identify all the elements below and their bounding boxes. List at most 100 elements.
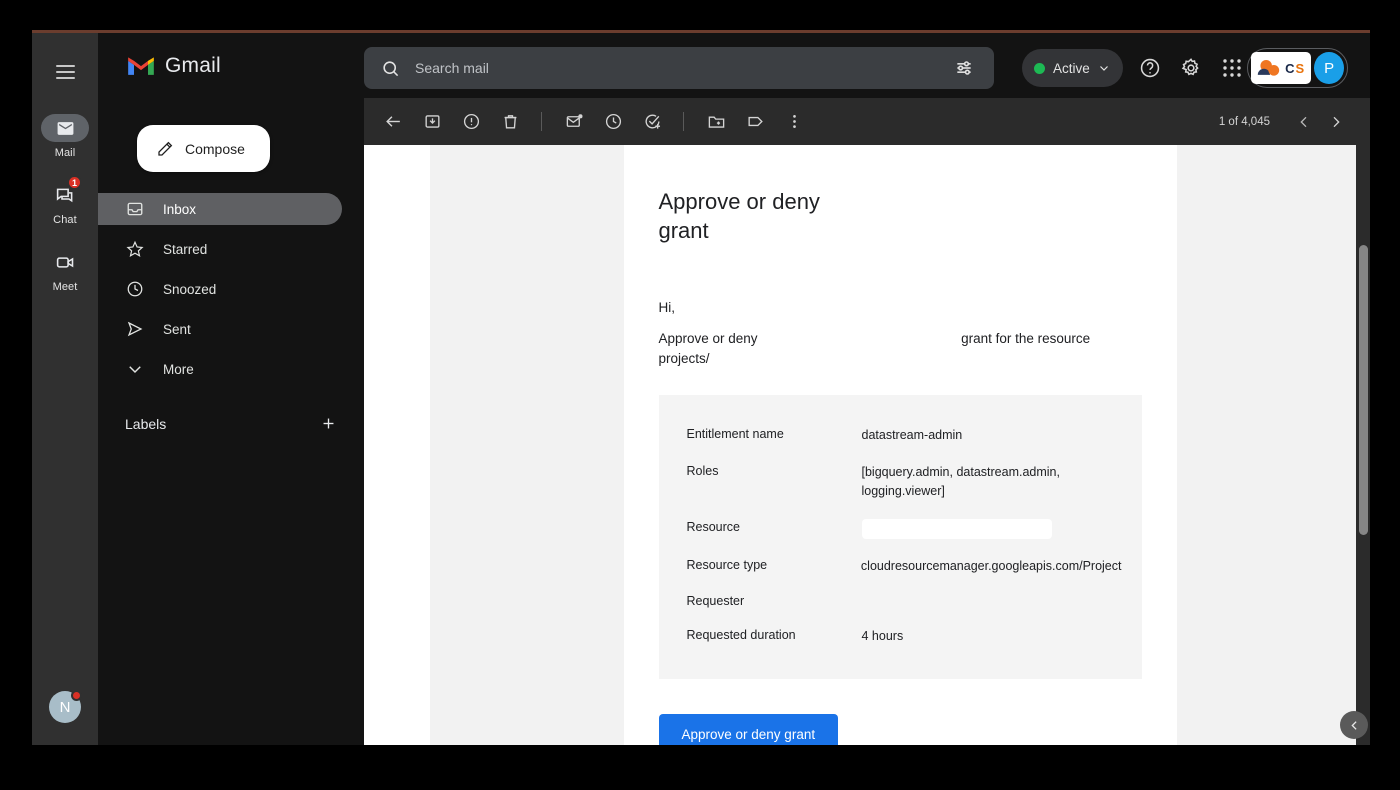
table-cell-key: Requested duration: [686, 628, 796, 643]
scrollbar[interactable]: [1340, 145, 1370, 745]
mark-unread-icon[interactable]: [558, 105, 591, 138]
email-greeting: Hi,: [658, 300, 676, 316]
brand-badge[interactable]: CS: [1251, 52, 1312, 84]
labels-section-header: Labels: [125, 415, 337, 432]
scrollbar-thumb[interactable]: [1359, 245, 1368, 535]
account-cluster: CS P: [1247, 48, 1348, 88]
table-cell-value: 4 hours: [861, 629, 904, 644]
table-row: Roles [bigquery.admin, datastream.admin,…: [659, 454, 1142, 510]
sidebar: Compose Inbox Starred Snoozed Sent More …: [98, 98, 364, 745]
chevron-right-icon[interactable]: [1322, 108, 1350, 136]
labels-title: Labels: [125, 415, 167, 432]
collapse-panel-button[interactable]: [1340, 711, 1368, 739]
toolbar-divider: [541, 112, 542, 131]
gear-icon[interactable]: [1178, 55, 1204, 81]
chevron-left-icon: [1350, 720, 1357, 730]
email-intro-text: Approve or deny grant for the resource p…: [659, 329, 1129, 368]
sidebar-item-more[interactable]: More: [98, 353, 342, 385]
sidebar-item-inbox[interactable]: Inbox: [98, 193, 342, 225]
apps-grid-icon[interactable]: [1219, 55, 1245, 81]
report-spam-icon[interactable]: [455, 105, 488, 138]
app-rail: Mail 1 Chat Meet N: [32, 33, 98, 745]
table-row: Requested duration 4 hours: [659, 618, 1142, 655]
menu-icon[interactable]: [45, 52, 85, 92]
pencil-icon: [158, 141, 173, 156]
table-row: Resource type cloudresourcemanager.googl…: [659, 548, 1142, 585]
pagination: 1 of 4,045: [1219, 98, 1350, 145]
meet-icon: [41, 248, 89, 276]
status-label: Active: [1053, 60, 1090, 76]
search-bar[interactable]: [364, 47, 994, 89]
rail-item-meet[interactable]: Meet: [37, 248, 93, 293]
status-dot-icon: [1034, 62, 1045, 74]
chevron-down-icon: [125, 360, 145, 378]
table-cell-key: Entitlement name: [686, 427, 784, 442]
gmail-app-window: Mail 1 Chat Meet N Gmail Search mail Act…: [32, 30, 1370, 745]
inbox-icon: [125, 200, 145, 218]
delete-icon[interactable]: [494, 105, 527, 138]
message-scroll-area: Approve or deny grant Hi, Approve or den…: [364, 145, 1370, 745]
chevron-left-icon[interactable]: [1290, 108, 1318, 136]
approve-or-deny-grant-button[interactable]: Approve or deny grant: [658, 714, 839, 745]
search-icon: [381, 59, 400, 78]
archive-icon[interactable]: [416, 105, 449, 138]
gmail-logo-icon: [128, 57, 154, 75]
sidebar-item-snoozed[interactable]: Snoozed: [98, 273, 342, 305]
redacted-value-block: [861, 518, 1052, 539]
more-options-icon[interactable]: [778, 105, 811, 138]
cloud-bubble-logo-icon: [1257, 59, 1280, 76]
plus-icon[interactable]: [320, 415, 337, 432]
table-cell-key: Requester: [686, 594, 745, 609]
toolbar-divider: [683, 112, 684, 131]
avatar-notification-dot: [71, 690, 82, 701]
rail-item-label: Meet: [52, 281, 78, 293]
sidebar-item-label: Snoozed: [163, 281, 217, 297]
sidebar-item-sent[interactable]: Sent: [98, 313, 342, 345]
sidebar-item-label: Sent: [163, 321, 191, 337]
table-cell-key: Resource type: [686, 557, 768, 572]
table-row: Requester: [659, 584, 1142, 618]
gmail-wordmark: Gmail: [165, 53, 221, 77]
search-input[interactable]: [415, 60, 954, 76]
table-row: Entitlement name datastream-admin: [659, 417, 1142, 454]
rail-item-mail[interactable]: Mail: [37, 114, 93, 159]
search-options-icon[interactable]: [954, 58, 974, 78]
table-row: Resource: [659, 510, 1142, 548]
mail-icon: [41, 114, 89, 142]
help-icon[interactable]: [1137, 55, 1163, 81]
table-cell-value: [bigquery.admin, datastream.admin, loggi…: [861, 465, 1060, 498]
table-cell-key: Roles: [686, 464, 719, 479]
compose-button[interactable]: Compose: [137, 125, 270, 172]
redacted-value-block: [861, 593, 1142, 610]
redacted-text-block: [713, 351, 844, 367]
compose-label: Compose: [185, 140, 245, 157]
avatar[interactable]: N: [49, 690, 82, 723]
sidebar-item-starred[interactable]: Starred: [98, 233, 342, 265]
status-badge[interactable]: Active: [1022, 49, 1123, 87]
brand-badge-text: CS: [1285, 60, 1306, 76]
rail-item-chat[interactable]: 1 Chat: [37, 175, 93, 226]
snooze-icon[interactable]: [597, 105, 630, 138]
grant-details-table: Entitlement name datastream-admin Roles …: [658, 395, 1142, 680]
user-avatar[interactable]: P: [1314, 52, 1344, 84]
chat-unread-badge: 1: [66, 175, 82, 190]
gmail-main: Gmail Active: [98, 33, 1370, 745]
star-icon: [125, 240, 145, 258]
chat-icon: 1: [41, 175, 89, 209]
message-pane: 1 of 4,045 Approve or deny grant Hi, App…: [364, 98, 1370, 745]
arrow-back-icon[interactable]: [377, 105, 410, 138]
sidebar-item-label: More: [163, 361, 194, 377]
sidebar-item-label: Inbox: [163, 201, 197, 217]
pagination-count: 1 of 4,045: [1218, 115, 1270, 128]
sidebar-item-label: Starred: [163, 241, 208, 257]
chevron-down-icon: [1099, 66, 1108, 71]
move-to-icon[interactable]: [700, 105, 733, 138]
message-toolbar: 1 of 4,045: [364, 98, 1370, 145]
labels-icon[interactable]: [739, 105, 772, 138]
message-body-background: Approve or deny grant Hi, Approve or den…: [430, 145, 1370, 745]
gmail-header: Gmail Active: [98, 33, 1370, 98]
email-intro-part1: Approve or deny: [658, 331, 758, 347]
redacted-text-block: [761, 332, 958, 348]
gmail-brand[interactable]: Gmail: [127, 54, 297, 78]
add-to-tasks-icon[interactable]: [636, 105, 669, 138]
